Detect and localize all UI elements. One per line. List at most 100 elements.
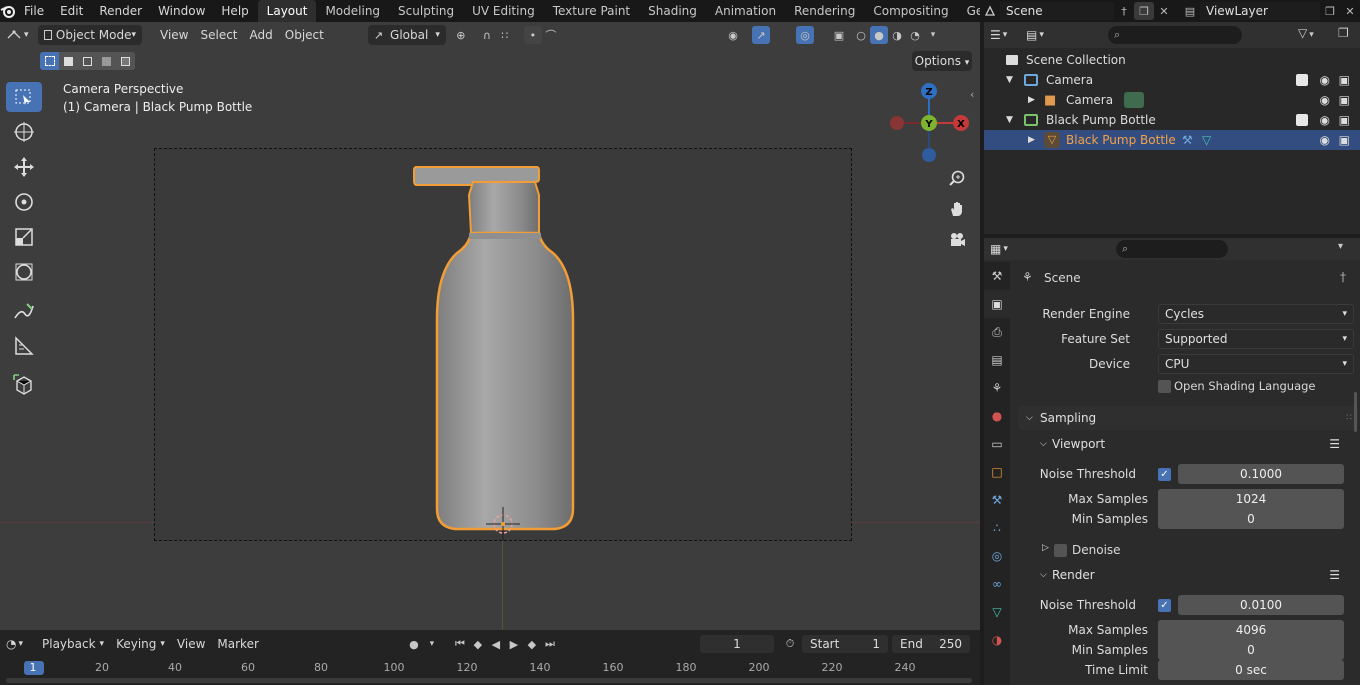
jump-end-icon[interactable]: ⏭ <box>541 635 559 653</box>
outliner-editor-type-icon[interactable]: ☰ ▾ <box>984 25 1020 45</box>
view-layer-name-field[interactable]: ViewLayer <box>1200 2 1320 20</box>
outliner-row-scene-collection[interactable]: Scene Collection <box>984 50 1360 70</box>
expand-arrow-icon[interactable]: ▶ <box>1028 135 1035 145</box>
vp-noise-threshold-field[interactable]: 0.1000 <box>1178 464 1344 484</box>
menu-add[interactable]: Add <box>244 25 279 45</box>
outliner-search-input[interactable]: ⌕ <box>1108 26 1242 44</box>
vp-max-samples-field[interactable]: 1024 <box>1158 489 1344 509</box>
scene-tab-icon[interactable]: ⚘ <box>984 374 1010 402</box>
overlay-toggle-icon[interactable]: ◎ <box>796 26 814 44</box>
tab-sculpting[interactable]: Sculpting <box>389 0 463 22</box>
tab-shading[interactable]: Shading <box>639 0 706 22</box>
transform-orientation-dropdown[interactable]: ↗ Global ▾ <box>367 25 446 45</box>
move-tool-icon[interactable] <box>6 152 42 182</box>
render-subpanel-header[interactable]: ⌵ Render ☰ <box>1032 563 1358 587</box>
tab-modeling[interactable]: Modeling <box>316 0 389 22</box>
sampling-panel-header[interactable]: ⌵ Sampling ∷ <box>1018 406 1358 430</box>
drag-handle-icon[interactable]: ∷ <box>1346 406 1352 430</box>
menu-help[interactable]: Help <box>213 0 256 22</box>
end-frame-field[interactable]: End 250 <box>892 635 970 653</box>
proportional-edit-icon[interactable]: • <box>523 26 542 44</box>
properties-search-input[interactable]: ⌕ <box>1116 240 1228 258</box>
render-camera-icon[interactable]: ▣ <box>1339 133 1350 147</box>
vp-noise-threshold-checkbox[interactable]: ✓ <box>1158 468 1171 481</box>
r-noise-threshold-checkbox[interactable]: ✓ <box>1158 599 1171 612</box>
world-tab-icon[interactable]: ● <box>984 402 1010 430</box>
eye-icon[interactable]: ◉ <box>1320 93 1330 107</box>
vp-min-samples-field[interactable]: 0 <box>1158 509 1344 529</box>
new-scene-icon[interactable]: ❐ <box>1134 2 1154 20</box>
options-dropdown[interactable]: Options ▾ <box>912 51 972 71</box>
modifier-tab-icon[interactable]: ⚒ <box>984 486 1010 514</box>
select-box-tool-icon[interactable] <box>6 82 42 112</box>
mesh-data-icon[interactable]: ▽ <box>1202 133 1211 147</box>
eye-icon[interactable]: ◉ <box>1320 133 1330 147</box>
object-tab-icon[interactable]: □ <box>984 458 1010 486</box>
denoise-row[interactable]: ▷ Denoise <box>1014 540 1360 560</box>
start-frame-field[interactable]: Start 1 <box>802 635 888 653</box>
zoom-icon[interactable] <box>944 165 970 191</box>
sidebar-toggle-icon[interactable]: ‹ <box>970 88 974 101</box>
expand-arrow-icon[interactable]: ▼ <box>1006 75 1013 85</box>
eye-icon[interactable]: ◉ <box>1320 113 1330 127</box>
menu-view[interactable]: View <box>154 25 194 45</box>
view-layer-selector-icon[interactable]: ▤ <box>1180 2 1200 20</box>
pan-hand-icon[interactable] <box>944 196 970 222</box>
tab-geometry-nodes[interactable]: Geometry Noc <box>958 0 980 22</box>
shading-options-chevron-icon[interactable]: ▾ <box>924 26 942 44</box>
keying-options-chevron-icon[interactable]: ▾ <box>423 635 441 653</box>
render-tab-icon[interactable]: ▣ <box>984 290 1010 318</box>
camera-data-icon[interactable] <box>1124 92 1144 108</box>
add-cube-tool-icon[interactable] <box>6 370 42 400</box>
transform-tool-icon[interactable] <box>6 257 42 287</box>
menu-file[interactable]: File <box>16 0 52 22</box>
output-tab-icon[interactable]: ⎙ <box>984 318 1010 346</box>
menu-window[interactable]: Window <box>150 0 213 22</box>
presets-list-icon[interactable]: ☰ <box>1329 563 1340 587</box>
particles-tab-icon[interactable]: ∴ <box>984 514 1010 542</box>
menu-render[interactable]: Render <box>91 0 150 22</box>
properties-editor-type-icon[interactable]: ▦ ▾ <box>984 239 1020 259</box>
play-reverse-icon[interactable]: ◀ <box>487 635 505 653</box>
bottle-model[interactable] <box>155 149 853 542</box>
display-mode-icon[interactable]: ▤ ▾ <box>1020 25 1054 45</box>
new-collection-icon[interactable]: ❐ <box>1338 26 1349 40</box>
stopwatch-icon[interactable]: ⏱ <box>781 635 799 653</box>
feature-set-dropdown[interactable]: Supported ▾ <box>1158 329 1354 349</box>
presets-list-icon[interactable]: ☰ <box>1329 432 1340 456</box>
scene-selector-icon[interactable] <box>980 2 1000 20</box>
menu-playback[interactable]: Playback ▾ <box>36 634 110 654</box>
select-new-icon[interactable] <box>40 52 59 70</box>
data-tab-icon[interactable]: ▽ <box>984 598 1010 626</box>
modifier-wrench-icon[interactable]: ⚒ <box>1182 133 1193 147</box>
render-camera-icon[interactable]: ▣ <box>1339 113 1350 127</box>
properties-options-chevron-icon[interactable]: ▾ <box>1338 241 1343 252</box>
material-tab-icon[interactable]: ◑ <box>984 626 1010 654</box>
constraints-tab-icon[interactable]: ∞ <box>984 570 1010 598</box>
tool-tab-icon[interactable]: ⚒ <box>984 262 1010 290</box>
frame-ruler[interactable]: 1 20 40 60 80 100 120 140 160 180 200 22… <box>0 660 980 676</box>
rendered-shading-icon[interactable]: ◔ <box>906 26 924 44</box>
snap-icon[interactable]: ∩ <box>478 26 496 44</box>
exclude-checkbox[interactable] <box>1296 74 1308 86</box>
rotate-tool-icon[interactable] <box>6 187 42 217</box>
solid-shading-icon[interactable]: ● <box>870 26 888 44</box>
outliner-row-bottle-collection[interactable]: ▼ Black Pump Bottle ◉ ▣ <box>984 110 1360 130</box>
render-engine-dropdown[interactable]: Cycles ▾ <box>1158 304 1354 324</box>
collection-tab-icon[interactable]: ▭ <box>984 430 1010 458</box>
view-layer-tab-icon[interactable]: ▤ <box>984 346 1010 374</box>
object-mode-dropdown[interactable]: Object Mode ▾ <box>38 25 142 45</box>
denoise-checkbox[interactable] <box>1054 544 1067 557</box>
render-camera-icon[interactable]: ▣ <box>1339 93 1350 107</box>
tab-texture-paint[interactable]: Texture Paint <box>544 0 639 22</box>
auto-keying-icon[interactable]: ● <box>405 635 423 653</box>
cursor-tool-icon[interactable] <box>6 117 42 147</box>
next-keyframe-icon[interactable]: ◆ <box>523 635 541 653</box>
scene-name-field[interactable]: Scene <box>1000 2 1114 20</box>
prev-keyframe-icon[interactable]: ◆ <box>469 635 487 653</box>
menu-edit[interactable]: Edit <box>52 0 91 22</box>
current-frame-field[interactable]: 1 <box>700 635 774 653</box>
tab-animation[interactable]: Animation <box>706 0 785 22</box>
gizmo-toggle-icon[interactable]: ↗ <box>752 26 770 44</box>
navigation-gizmo[interactable]: Z X Y <box>884 78 974 168</box>
